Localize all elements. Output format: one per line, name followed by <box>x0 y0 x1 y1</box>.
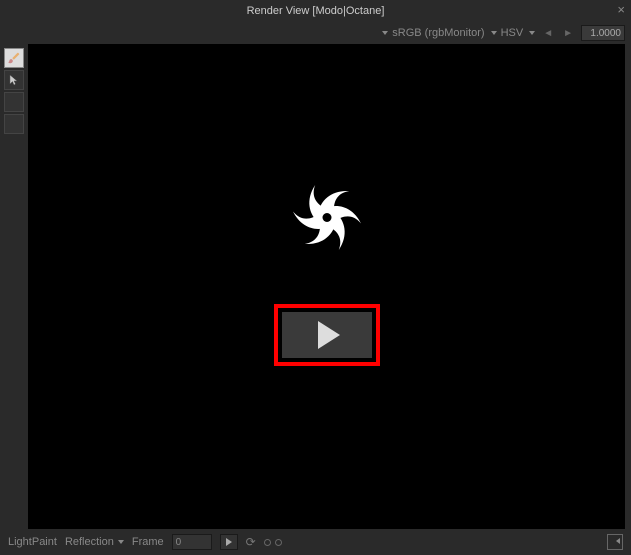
status-dot[interactable] <box>275 539 282 546</box>
play-button[interactable] <box>220 534 238 550</box>
prev-arrow-icon[interactable]: ◄ <box>541 28 555 39</box>
brush-icon <box>7 51 21 65</box>
pointer-tool[interactable] <box>4 70 24 90</box>
frame-input[interactable] <box>172 534 212 550</box>
next-arrow-icon[interactable]: ► <box>561 28 575 39</box>
window-title: Render View [Modo|Octane] <box>247 5 385 17</box>
status-dots <box>264 539 282 546</box>
chevron-down-icon[interactable] <box>529 31 535 35</box>
play-icon <box>318 321 340 349</box>
top-toolbar: sRGB (rgbMonitor) HSV ◄ ► <box>0 22 631 44</box>
chevron-down-icon <box>118 540 124 544</box>
submode-dropdown[interactable]: Reflection <box>65 536 124 548</box>
empty-tool-slot[interactable] <box>4 92 24 112</box>
render-viewport <box>28 44 625 529</box>
exposure-input[interactable] <box>581 25 625 41</box>
octane-logo-icon <box>277 167 377 270</box>
close-icon[interactable]: × <box>617 2 625 17</box>
start-render-button[interactable] <box>282 312 372 358</box>
empty-tool-slot[interactable] <box>4 114 24 134</box>
play-icon <box>226 538 232 546</box>
titlebar: Render View [Modo|Octane] × <box>0 0 631 22</box>
refresh-icon[interactable]: ⟳ <box>246 535 256 549</box>
colormodel-label: HSV <box>501 27 524 39</box>
colormodel-dropdown[interactable]: HSV <box>491 27 524 39</box>
submode-label: Reflection <box>65 536 114 548</box>
mode-label: LightPaint <box>8 536 57 548</box>
colorspace-label: sRGB (rgbMonitor) <box>392 27 484 39</box>
statusbar: LightPaint Reflection Frame ⟳ <box>0 529 631 555</box>
main-area <box>0 44 631 529</box>
chevron-down-icon <box>491 31 497 35</box>
cursor-icon <box>8 73 20 87</box>
status-dot[interactable] <box>264 539 271 546</box>
brush-tool[interactable] <box>4 48 24 68</box>
chevron-down-icon <box>382 31 388 35</box>
frame-label: Frame <box>132 536 164 548</box>
tool-sidebar <box>0 44 28 529</box>
export-icon[interactable] <box>607 534 623 550</box>
play-highlight <box>274 304 380 366</box>
colorspace-dropdown[interactable]: sRGB (rgbMonitor) <box>382 27 484 39</box>
